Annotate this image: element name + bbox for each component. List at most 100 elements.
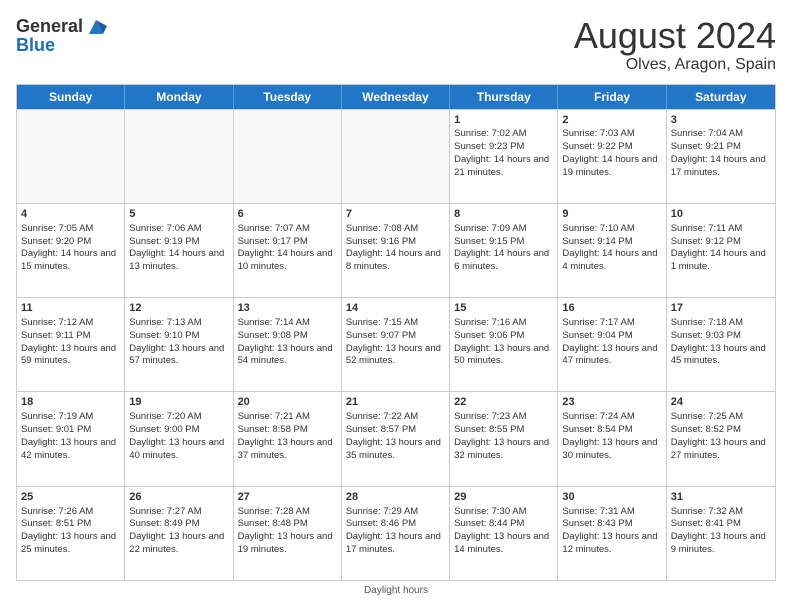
day-number: 24: [671, 395, 771, 410]
day-number: 1: [454, 113, 553, 128]
sunset: Sunset: 9:10 PM: [129, 330, 199, 341]
cal-cell: 3Sunrise: 7:04 AMSunset: 9:21 PMDaylight…: [667, 110, 775, 203]
sunrise: Sunrise: 7:18 AM: [671, 317, 743, 328]
cal-cell: 27Sunrise: 7:28 AMSunset: 8:48 PMDayligh…: [234, 487, 342, 580]
sunset: Sunset: 9:07 PM: [346, 330, 416, 341]
sunset: Sunset: 9:01 PM: [21, 424, 91, 435]
sunrise: Sunrise: 7:03 AM: [562, 128, 634, 139]
calendar-week-4: 18Sunrise: 7:19 AMSunset: 9:01 PMDayligh…: [17, 391, 775, 485]
sunrise: Sunrise: 7:29 AM: [346, 506, 418, 517]
day-number: 30: [562, 490, 661, 505]
day-number: 28: [346, 490, 445, 505]
sunrise: Sunrise: 7:31 AM: [562, 506, 634, 517]
sunrise: Sunrise: 7:14 AM: [238, 317, 310, 328]
cal-cell: 25Sunrise: 7:26 AMSunset: 8:51 PMDayligh…: [17, 487, 125, 580]
sunset: Sunset: 8:41 PM: [671, 518, 741, 529]
calendar-week-3: 11Sunrise: 7:12 AMSunset: 9:11 PMDayligh…: [17, 297, 775, 391]
cal-cell: 1Sunrise: 7:02 AMSunset: 9:23 PMDaylight…: [450, 110, 558, 203]
daylight: Daylight: 13 hours and 47 minutes.: [562, 343, 657, 367]
daylight: Daylight: 13 hours and 45 minutes.: [671, 343, 766, 367]
day-number: 3: [671, 113, 771, 128]
cal-cell: 23Sunrise: 7:24 AMSunset: 8:54 PMDayligh…: [558, 392, 666, 485]
day-number: 6: [238, 207, 337, 222]
sunrise: Sunrise: 7:15 AM: [346, 317, 418, 328]
day-number: 31: [671, 490, 771, 505]
sunset: Sunset: 9:21 PM: [671, 141, 741, 152]
header-friday: Friday: [558, 85, 666, 109]
logo-icon: [85, 16, 107, 38]
cal-cell: 31Sunrise: 7:32 AMSunset: 8:41 PMDayligh…: [667, 487, 775, 580]
sunset: Sunset: 9:20 PM: [21, 236, 91, 247]
day-number: 18: [21, 395, 120, 410]
header-thursday: Thursday: [450, 85, 558, 109]
sunset: Sunset: 8:52 PM: [671, 424, 741, 435]
day-number: 21: [346, 395, 445, 410]
day-number: 14: [346, 301, 445, 316]
cal-cell: 6Sunrise: 7:07 AMSunset: 9:17 PMDaylight…: [234, 204, 342, 297]
daylight: Daylight: 13 hours and 59 minutes.: [21, 343, 116, 367]
sunset: Sunset: 9:06 PM: [454, 330, 524, 341]
daylight: Daylight: 13 hours and 50 minutes.: [454, 343, 549, 367]
sunset: Sunset: 8:55 PM: [454, 424, 524, 435]
sunset: Sunset: 9:23 PM: [454, 141, 524, 152]
day-number: 29: [454, 490, 553, 505]
cal-cell: 26Sunrise: 7:27 AMSunset: 8:49 PMDayligh…: [125, 487, 233, 580]
sunrise: Sunrise: 7:13 AM: [129, 317, 201, 328]
daylight: Daylight: 14 hours and 10 minutes.: [238, 248, 333, 272]
daylight: Daylight: 14 hours and 21 minutes.: [454, 154, 549, 178]
calendar-week-2: 4Sunrise: 7:05 AMSunset: 9:20 PMDaylight…: [17, 203, 775, 297]
daylight: Daylight: 13 hours and 35 minutes.: [346, 437, 441, 461]
sunrise: Sunrise: 7:32 AM: [671, 506, 743, 517]
day-number: 16: [562, 301, 661, 316]
cal-cell: 10Sunrise: 7:11 AMSunset: 9:12 PMDayligh…: [667, 204, 775, 297]
sunrise: Sunrise: 7:10 AM: [562, 223, 634, 234]
sunrise: Sunrise: 7:08 AM: [346, 223, 418, 234]
daylight: Daylight: 14 hours and 19 minutes.: [562, 154, 657, 178]
daylight: Daylight: 14 hours and 15 minutes.: [21, 248, 116, 272]
day-number: 7: [346, 207, 445, 222]
cal-cell: 8Sunrise: 7:09 AMSunset: 9:15 PMDaylight…: [450, 204, 558, 297]
cal-cell: 20Sunrise: 7:21 AMSunset: 8:58 PMDayligh…: [234, 392, 342, 485]
sunrise: Sunrise: 7:05 AM: [21, 223, 93, 234]
sunset: Sunset: 8:54 PM: [562, 424, 632, 435]
cal-cell: 18Sunrise: 7:19 AMSunset: 9:01 PMDayligh…: [17, 392, 125, 485]
daylight: Daylight: 13 hours and 30 minutes.: [562, 437, 657, 461]
sunset: Sunset: 8:48 PM: [238, 518, 308, 529]
daylight: Daylight: 13 hours and 52 minutes.: [346, 343, 441, 367]
cal-cell: [342, 110, 450, 203]
day-number: 12: [129, 301, 228, 316]
daylight: Daylight: 13 hours and 37 minutes.: [238, 437, 333, 461]
daylight: Daylight: 14 hours and 13 minutes.: [129, 248, 224, 272]
sunrise: Sunrise: 7:27 AM: [129, 506, 201, 517]
calendar-week-5: 25Sunrise: 7:26 AMSunset: 8:51 PMDayligh…: [17, 486, 775, 580]
header-monday: Monday: [125, 85, 233, 109]
sunset: Sunset: 9:22 PM: [562, 141, 632, 152]
daylight-label: Daylight hours: [364, 585, 428, 596]
daylight: Daylight: 13 hours and 12 minutes.: [562, 531, 657, 555]
daylight: Daylight: 13 hours and 27 minutes.: [671, 437, 766, 461]
cal-cell: 19Sunrise: 7:20 AMSunset: 9:00 PMDayligh…: [125, 392, 233, 485]
header-tuesday: Tuesday: [234, 85, 342, 109]
sunrise: Sunrise: 7:06 AM: [129, 223, 201, 234]
sunset: Sunset: 8:46 PM: [346, 518, 416, 529]
day-number: 5: [129, 207, 228, 222]
sunrise: Sunrise: 7:12 AM: [21, 317, 93, 328]
daylight: Daylight: 13 hours and 25 minutes.: [21, 531, 116, 555]
logo: General Blue: [16, 16, 107, 56]
daylight: Daylight: 14 hours and 1 minute.: [671, 248, 766, 272]
cal-cell: 22Sunrise: 7:23 AMSunset: 8:55 PMDayligh…: [450, 392, 558, 485]
sunset: Sunset: 9:04 PM: [562, 330, 632, 341]
header-wednesday: Wednesday: [342, 85, 450, 109]
cal-cell: [17, 110, 125, 203]
cal-cell: 16Sunrise: 7:17 AMSunset: 9:04 PMDayligh…: [558, 298, 666, 391]
daylight: Daylight: 13 hours and 22 minutes.: [129, 531, 224, 555]
header: General Blue August 2024 Olves, Aragon, …: [16, 16, 776, 74]
cal-cell: 30Sunrise: 7:31 AMSunset: 8:43 PMDayligh…: [558, 487, 666, 580]
calendar-week-1: 1Sunrise: 7:02 AMSunset: 9:23 PMDaylight…: [17, 109, 775, 203]
sunset: Sunset: 9:17 PM: [238, 236, 308, 247]
cal-cell: [125, 110, 233, 203]
day-number: 11: [21, 301, 120, 316]
sunset: Sunset: 8:44 PM: [454, 518, 524, 529]
day-number: 15: [454, 301, 553, 316]
sunset: Sunset: 9:14 PM: [562, 236, 632, 247]
